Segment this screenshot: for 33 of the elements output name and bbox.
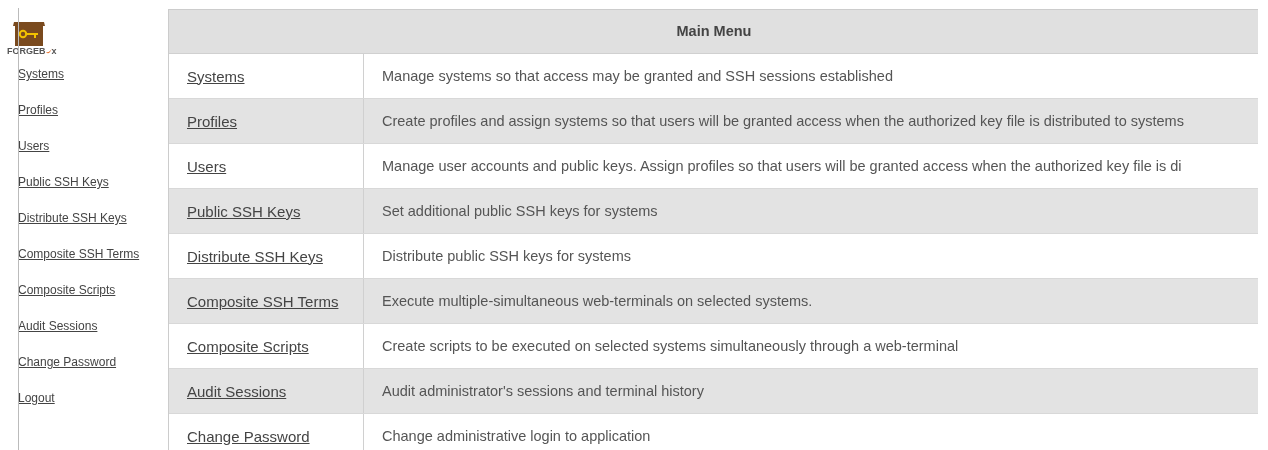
sidebar-link[interactable]: Composite SSH Terms [18,246,140,282]
menu-link[interactable]: Distribute SSH Keys [187,247,323,265]
sidebar-link[interactable]: Audit Sessions [18,318,98,354]
table-cell: Create scripts to be executed on selected systems simultaneously through a web-terminal [382,338,959,354]
table-cell: Create profiles and assign systems so that users will be granted access when the authorized key file is distributed to systems [382,113,1184,129]
sidebar-link[interactable]: Profiles [18,102,58,138]
sidebar-link[interactable]: Logout [18,390,55,426]
sidebar-link[interactable]: Distribute SSH Keys [18,210,127,246]
sidebar-link[interactable]: Composite Scripts [18,282,116,318]
table-cell: Audit administrator's sessions and terminal history [382,383,704,399]
sidebar-link[interactable]: Systems [18,66,64,102]
table-cell: Set additional public SSH keys for systems [382,203,658,219]
table-cell: Change administrative login to application [382,428,651,444]
box-key-icon [12,20,46,46]
menu-link[interactable]: Change Password [187,427,310,445]
logo-text: x [51,46,57,56]
table-cell: Distribute public SSH keys for systems [382,248,631,264]
table-cell: Manage user accounts and public keys. Assign profiles so that users will be granted access when the authorized key file is di [382,158,1182,174]
table-cell: Manage systems so that access may be granted and SSH sessions established [382,68,893,84]
sidebar-link[interactable]: Change Password [18,354,117,390]
sidebar-link[interactable]: Users [18,138,50,174]
menu-link[interactable]: Composite Scripts [187,337,309,355]
swoosh-icon [45,47,52,55]
table-cell: Execute multiple-simultaneous web-terminals on selected systems. [382,293,813,309]
logo-text: FORGEB [7,46,46,56]
menu-link[interactable]: Composite SSH Terms [187,292,339,310]
menu-link[interactable]: Systems [187,67,245,85]
menu-link[interactable]: Profiles [187,112,238,130]
menu-link[interactable]: Public SSH Keys [187,202,301,220]
menu-link[interactable]: Audit Sessions [187,382,287,400]
sidebar-link[interactable]: Public SSH Keys [18,174,109,210]
table-header: Main Menu [169,10,1258,54]
menu-link[interactable]: Users [187,157,227,175]
